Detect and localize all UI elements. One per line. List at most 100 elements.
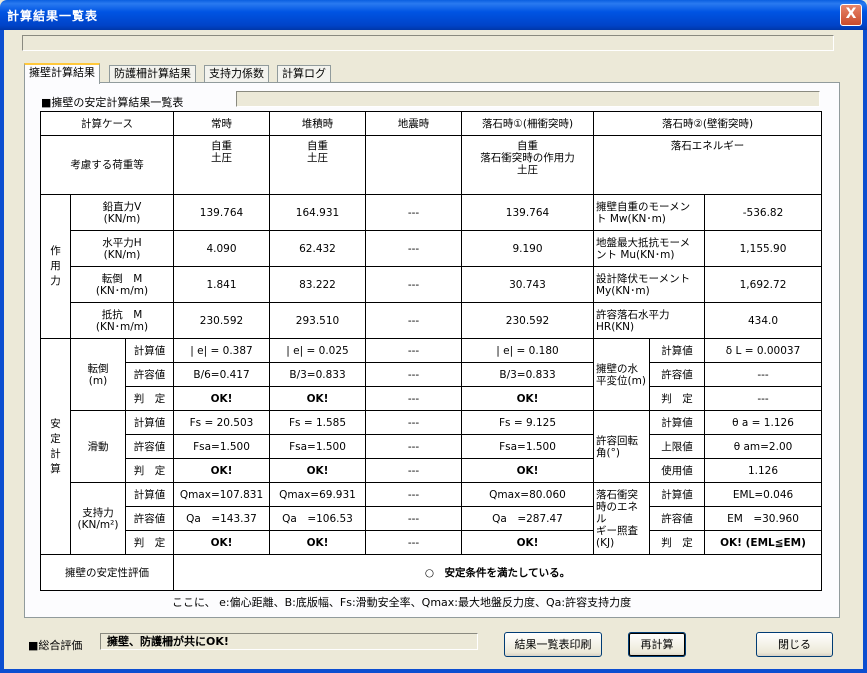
sub-label: 使用値 <box>649 458 705 483</box>
value-cell: Fsa=1.500 <box>173 434 270 459</box>
close-window-button[interactable]: X <box>840 4 862 26</box>
loads-rockfall-wall: 落石エネルギー <box>592 135 823 195</box>
close-button[interactable]: 閉じる <box>756 632 833 657</box>
legend-note: ここに、 e:偏心距離、B:底版幅、Fs:滑動安全率、Qmax:最大地盤反力度、… <box>172 596 632 609</box>
value-cell: 9.190 <box>461 230 594 267</box>
value-cell: --- <box>703 386 823 411</box>
tab-wall-results[interactable]: 擁壁計算結果 <box>24 63 100 84</box>
sub-label: 判 定 <box>649 386 705 411</box>
judgement-cell: OK! <box>173 458 270 483</box>
value-cell: EM =30.960 <box>703 506 823 531</box>
value-cell: --- <box>365 362 462 387</box>
sliding-label: 滑動 <box>70 410 126 483</box>
col-earthquake: 地震時 <box>365 111 462 136</box>
judgement-cell: OK! <box>269 530 366 555</box>
value-cell: B/3=0.833 <box>461 362 594 387</box>
sub-label: 計算値 <box>649 482 705 507</box>
value-cell: EML=0.046 <box>703 482 823 507</box>
value-cell: Fs = 20.503 <box>173 410 270 435</box>
value-cell: Fsa=1.500 <box>461 434 594 459</box>
judgement-cell: OK! <box>269 386 366 411</box>
value-cell: 293.510 <box>269 302 366 339</box>
sub-label: 許容値 <box>125 434 174 459</box>
action-group-label: 作用力 <box>40 194 71 339</box>
sub-label: 判 定 <box>649 530 705 555</box>
stability-row: 許容値 B/6=0.417 B/3=0.833 --- B/3=0.833 許容… <box>41 362 823 387</box>
value-cell: δ L = 0.00037 <box>703 338 823 363</box>
value-cell: --- <box>365 434 462 459</box>
sub-label: 計算値 <box>649 410 705 435</box>
sub-label: 許容値 <box>649 506 705 531</box>
evaluation-value: ○ 安定条件を満たしている。 <box>172 554 823 591</box>
wall-param-label: 擁壁自重のモーメント Mw(KN･m) <box>593 194 705 231</box>
value-cell: B/3=0.833 <box>269 362 366 387</box>
judgement-cell: OK! <box>461 530 594 555</box>
evaluation-label: 擁壁の安定性評価 <box>40 554 174 591</box>
col-rockfall-fence: 落石時①(柵衝突時) <box>461 111 594 136</box>
stability-row: 許容値 Qa =143.37 Qa =106.53 --- Qa =287.47… <box>41 506 823 531</box>
value-cell: Qa =143.37 <box>173 506 270 531</box>
tab-bearing-coefficient[interactable]: 支持力係数 <box>204 65 269 83</box>
loads-deposit: 自重 土圧 <box>269 135 366 195</box>
window-frame-bottom <box>0 669 867 673</box>
sub-label: 許容値 <box>649 362 705 387</box>
wall-param-value: 1,692.72 <box>703 266 823 303</box>
tab-fence-results[interactable]: 防護柵計算結果 <box>109 65 196 83</box>
case-header: 計算ケース <box>40 111 174 136</box>
judgement-cell: OK! <box>173 530 270 555</box>
value-cell: --- <box>365 482 462 507</box>
wall-param-label: 地盤最大抵抗モーメ ント Mu(KN･m) <box>593 230 705 267</box>
sub-label: 上限値 <box>649 434 705 459</box>
window-title: 計算結果一覧表 <box>7 9 99 23</box>
sub-label: 判 定 <box>125 386 174 411</box>
loads-rockfall-fence: 自重 落石衝突時の作用力 土圧 <box>461 135 594 195</box>
value-cell: --- <box>365 302 462 339</box>
value-cell: | e| = 0.387 <box>173 338 270 363</box>
overall-evaluation-value: 擁壁、防護柵が共にOK! <box>100 633 478 650</box>
status-progress-bar <box>22 35 834 51</box>
value-cell: Fsa=1.500 <box>269 434 366 459</box>
stability-row: 判 定 OK! OK! --- OK! 使用値 1.126 <box>41 458 823 483</box>
action-row: 作用力 鉛直力V (KN/m) 139.764 164.931 --- 139.7… <box>40 194 823 339</box>
wall-param-value: 434.0 <box>703 302 823 339</box>
value-cell: 62.432 <box>269 230 366 267</box>
value-cell: Qmax=80.060 <box>461 482 594 507</box>
loads-normal: 自重 土圧 <box>173 135 270 195</box>
wall-param-value: -536.82 <box>703 194 823 231</box>
sub-label: 判 定 <box>125 458 174 483</box>
wall-param-label: 設計降伏モーメント My(KN･m) <box>593 266 705 303</box>
value-cell: Qmax=69.931 <box>269 482 366 507</box>
tab-calculation-log[interactable]: 計算ログ <box>277 65 331 83</box>
value-cell: B/6=0.417 <box>173 362 270 387</box>
value-cell: Qmax=107.831 <box>173 482 270 507</box>
sub-label: 許容値 <box>125 506 174 531</box>
bearing-label: 支持力 (KN/m²) <box>70 482 126 555</box>
value-cell: 4.090 <box>173 230 270 267</box>
stability-row: 滑動 計算値 Fs = 20.503 Fs = 1.585 --- Fs = 9… <box>41 410 823 483</box>
sub-label: 計算値 <box>125 410 174 435</box>
stability-row: 判 定 OK! OK! --- OK! 判 定 --- <box>41 386 823 411</box>
sub-label: 計算値 <box>649 338 705 363</box>
value-cell: 139.764 <box>461 194 594 231</box>
value-cell: 139.764 <box>173 194 270 231</box>
print-results-button[interactable]: 結果一覧表印刷 <box>504 632 602 657</box>
stability-row: 判 定 OK! OK! --- OK! 判 定 OK! (EML≦EM) <box>41 530 823 555</box>
value-cell: --- <box>365 338 462 363</box>
value-cell: θ am=2.00 <box>703 434 823 459</box>
judgement-cell: OK! <box>461 386 594 411</box>
section-info-box <box>236 91 820 107</box>
value-cell: Fs = 9.125 <box>461 410 594 435</box>
value-cell: 83.222 <box>269 266 366 303</box>
value-cell: Qa =106.53 <box>269 506 366 531</box>
stability-row: 許容値 Fsa=1.500 Fsa=1.500 --- Fsa=1.500 上限… <box>41 434 823 459</box>
col-normal: 常時 <box>173 111 270 136</box>
results-table: 計算ケース 常時 堆積時 地震時 落石時①(柵衝突時) 落石時②(壁衝突時) 考… <box>40 111 823 591</box>
recalculate-button[interactable]: 再計算 <box>628 632 686 657</box>
value-cell: 1.841 <box>173 266 270 303</box>
energy-check-label: 落石衝突 時のエネル ギー照査 (KJ) <box>593 482 650 555</box>
action-label: 転倒 M (KN･m/m) <box>70 266 174 303</box>
action-row: 水平力H (KN/m) 4.090 62.432 --- 9.190 地盤最大抵抗… <box>41 230 823 267</box>
sub-label: 計算値 <box>125 482 174 507</box>
loads-row: 考慮する荷重等 自重 土圧 自重 土圧 自重 落石衝突時の作用力 土圧 落石エネルギー <box>40 135 823 195</box>
judgement-cell: OK! <box>173 386 270 411</box>
